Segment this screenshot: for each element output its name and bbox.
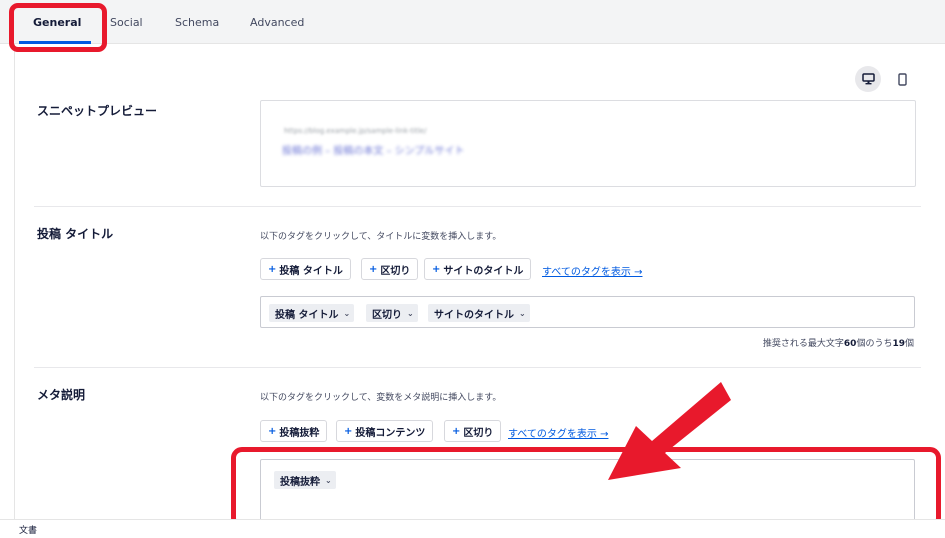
post-title-input[interactable]: 投稿 タイトル ⌄ 区切り ⌄ サイトのタイトル ⌄ (260, 296, 915, 328)
tag-chip-separator[interactable]: 区切り ⌄ (366, 304, 418, 322)
post-title-label: 投稿 タイトル (37, 227, 114, 241)
plus-icon: + (268, 263, 277, 275)
chevron-down-icon[interactable]: ⌄ (343, 309, 350, 318)
tab-bar: General Social Schema Advanced (0, 0, 945, 44)
tag-chip-post-title[interactable]: 投稿 タイトル ⌄ (269, 304, 355, 322)
mobile-preview-button[interactable] (889, 66, 915, 92)
add-post-title-tag-button[interactable]: + 投稿 タイトル (260, 258, 351, 280)
desktop-preview-button[interactable] (855, 66, 881, 92)
tag-button-label: サイトのタイトル (443, 265, 524, 277)
plus-icon: + (432, 263, 441, 275)
add-post-excerpt-tag-button[interactable]: + 投稿抜粋 (260, 420, 328, 442)
add-post-content-tag-button[interactable]: + 投稿コンテンツ (336, 420, 434, 442)
meta-description-highlight (231, 447, 941, 529)
general-tab-highlight (9, 3, 107, 52)
show-all-tags-link[interactable]: すべてのタグを表示 → (508, 425, 608, 440)
snippet-title: 投稿の例 – 投稿の本文 – シンプルサイト (282, 146, 465, 157)
meta-description-label: メタ説明 (37, 388, 86, 402)
plus-icon: + (268, 425, 277, 437)
tag-chip-site-title[interactable]: サイトのタイトル ⌄ (428, 304, 530, 322)
chip-label: サイトのタイトル (434, 309, 514, 321)
post-title-description: 以下のタグをクリックして、タイトルに変数を挿入します。 (260, 232, 502, 242)
footer-label: 文書 (19, 526, 38, 536)
tab-schema[interactable]: Schema (175, 16, 219, 29)
chevron-down-icon[interactable]: ⌄ (519, 309, 526, 318)
add-separator-tag-button[interactable]: + 区切り (444, 420, 502, 442)
add-site-title-tag-button[interactable]: + サイトのタイトル (424, 258, 532, 280)
chevron-down-icon[interactable]: ⌄ (407, 309, 414, 318)
snippet-url: https://blog.example.jp/sample-link-titl… (284, 127, 427, 135)
character-counter: 推奨される最大文字60個のうち19個 (762, 339, 914, 349)
tab-advanced[interactable]: Advanced (250, 16, 304, 29)
chip-label: 区切り (372, 309, 402, 321)
footer-bar: 文書 (0, 519, 945, 538)
add-separator-tag-button[interactable]: + 区切り (361, 258, 419, 280)
tag-button-label: 投稿抜粋 (279, 427, 320, 439)
divider (34, 206, 921, 207)
show-all-tags-link[interactable]: すべてのタグを表示 → (542, 263, 642, 278)
desktop-icon (861, 73, 875, 85)
annotation-arrow-icon (608, 382, 731, 480)
mobile-icon (897, 72, 907, 86)
tag-button-label: 投稿コンテンツ (355, 427, 426, 439)
tab-social[interactable]: Social (110, 16, 143, 29)
plus-icon: + (369, 263, 378, 275)
snippet-preview-box: https://blog.example.jp/sample-link-titl… (260, 100, 916, 187)
plus-icon: + (344, 425, 353, 437)
meta-description-help: 以下のタグをクリックして、変数をメタ説明に挿入します。 (260, 393, 502, 403)
snippet-preview-label: スニペットプレビュー (37, 104, 158, 118)
divider (34, 367, 921, 368)
plus-icon: + (452, 425, 461, 437)
tag-button-label: 区切り (380, 265, 411, 277)
tag-button-label: 投稿 タイトル (279, 265, 343, 277)
chip-label: 投稿 タイトル (275, 309, 339, 321)
tag-button-label: 区切り (463, 427, 494, 439)
